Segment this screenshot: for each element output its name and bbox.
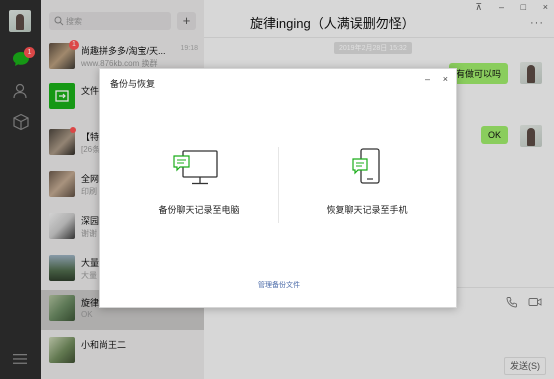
manage-backup-files-link[interactable]: 管理备份文件: [100, 280, 458, 290]
dialog-title: 备份与恢复: [110, 79, 156, 89]
restore-to-phone-label: 恢复聊天记录至手机: [326, 205, 408, 215]
backup-to-pc-option[interactable]: 备份聊天记录至电脑: [124, 147, 274, 227]
backup-to-pc-label: 备份聊天记录至电脑: [158, 205, 240, 215]
dialog-close-button[interactable]: ×: [443, 74, 448, 84]
dialog-divider: [278, 147, 279, 223]
mobile-phone-icon: [352, 148, 380, 184]
backup-restore-dialog: 备份与恢复 – × 备份聊天记录至电脑 恢复聊天记录至手机 管理备份文件: [99, 68, 457, 308]
dialog-minimize-button[interactable]: –: [425, 74, 430, 84]
restore-to-phone-option[interactable]: 恢复聊天记录至手机: [292, 147, 442, 227]
computer-monitor-icon: [173, 150, 218, 185]
